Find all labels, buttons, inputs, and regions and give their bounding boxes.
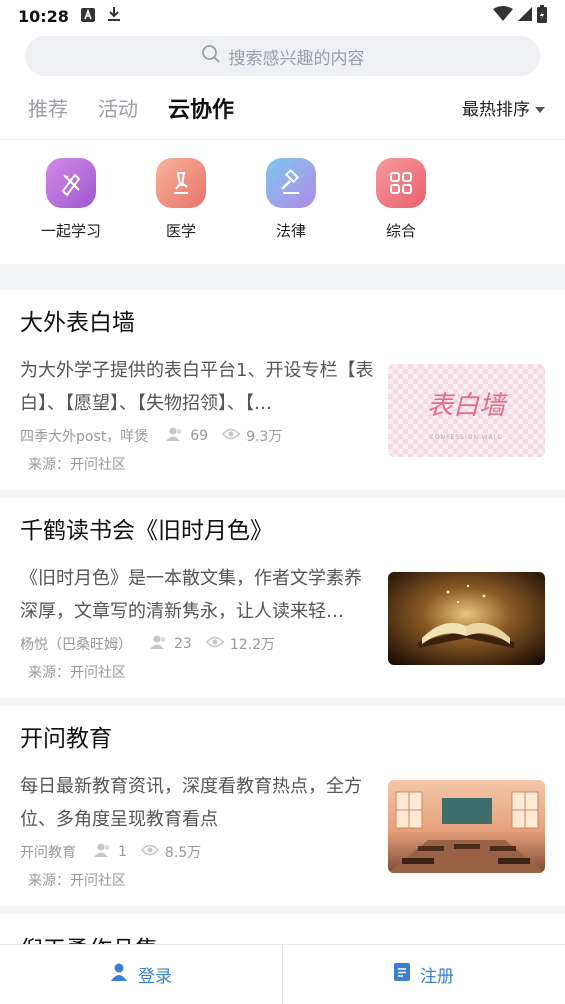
members-icon bbox=[94, 843, 112, 861]
card-views-count: 9.3万 bbox=[246, 429, 283, 445]
notification-a-icon bbox=[80, 7, 95, 26]
tab-cloud-collab-label: 云协作 bbox=[168, 97, 235, 123]
wifi-icon bbox=[493, 6, 513, 26]
eye-icon bbox=[140, 844, 159, 860]
bottom-bar: 登录 注册 bbox=[0, 944, 565, 1004]
category-study[interactable]: 一起学习 bbox=[16, 158, 126, 264]
section-divider bbox=[0, 906, 565, 914]
card-description: 每日最新教育资讯，深度看教育热点，全方位、多角度呈现教育看点 bbox=[20, 776, 362, 830]
category-label: 一起学习 bbox=[40, 222, 101, 240]
user-icon bbox=[110, 963, 128, 986]
card-source: 来源：开问社区 bbox=[28, 665, 126, 681]
category-label: 医学 bbox=[165, 222, 196, 240]
members-icon bbox=[150, 635, 168, 653]
grid-icon bbox=[376, 158, 426, 208]
status-time: 10:28 bbox=[18, 6, 69, 26]
tab-cloud-collab[interactable]: 云协作 bbox=[166, 92, 237, 124]
gavel-icon bbox=[266, 158, 316, 208]
status-bar: 10:28 bbox=[0, 0, 565, 32]
tab-activity[interactable]: 活动 bbox=[98, 93, 138, 122]
card-source: 来源：开问社区 bbox=[28, 457, 126, 473]
login-label: 登录 bbox=[138, 967, 172, 987]
card-thumbnail bbox=[388, 780, 545, 873]
caret-down-icon bbox=[535, 98, 545, 118]
category-law[interactable]: 法律 bbox=[236, 158, 346, 264]
card-views-count: 12.2万 bbox=[229, 637, 275, 653]
eye-icon bbox=[222, 428, 241, 444]
card-description: 《旧时月色》是一本散文集，作者文学素养深厚，文章写的清新隽永，让人读来轻… bbox=[20, 568, 362, 622]
pencil-ruler-icon bbox=[46, 158, 96, 208]
card-members-count: 69 bbox=[190, 428, 209, 444]
list-item[interactable]: 千鹤读书会《旧时月色》 《旧时月色》是一本散文集，作者文学素养深厚，文章写的清新… bbox=[0, 498, 565, 698]
login-button[interactable]: 登录 bbox=[0, 945, 282, 1004]
tab-bar: 推荐 活动 云协作 最热排序 bbox=[0, 76, 565, 140]
list-item[interactable]: 大外表白墙 为大外学子提供的表白平台1、开设专栏【表白】、【愿望】、【失物招领】… bbox=[0, 290, 565, 490]
card-title: 大外表白墙 bbox=[20, 310, 135, 336]
card-author: 四季大外post，咩煲 bbox=[20, 429, 149, 445]
eye-icon bbox=[205, 636, 224, 652]
card-description: 为大外学子提供的表白平台1、开设专栏【表白】、【愿望】、【失物招领】、【… bbox=[20, 360, 374, 414]
thumbnail-title: 表白墙 bbox=[427, 391, 508, 421]
section-divider bbox=[0, 698, 565, 706]
category-medicine[interactable]: 医学 bbox=[126, 158, 236, 264]
card-thumbnail bbox=[388, 572, 545, 665]
category-label: 法律 bbox=[275, 222, 306, 240]
card-author: 杨悦（巴桑旺姆） bbox=[20, 637, 132, 653]
sort-dropdown[interactable]: 最热排序 bbox=[462, 95, 545, 120]
register-label: 注册 bbox=[420, 967, 454, 987]
category-row: 一起学习 医学 法律 综合 bbox=[0, 140, 565, 264]
tab-recommend[interactable]: 推荐 bbox=[28, 93, 68, 122]
microscope-icon bbox=[156, 158, 206, 208]
card-title: 开问教育 bbox=[20, 726, 112, 752]
section-divider bbox=[0, 490, 565, 498]
card-title: 千鹤读书会《旧时月色》 bbox=[20, 518, 273, 544]
card-source: 来源：开问社区 bbox=[28, 873, 126, 889]
search-input[interactable]: 搜索感兴趣的内容 bbox=[25, 36, 540, 76]
category-label: 综合 bbox=[385, 222, 416, 240]
list-item[interactable]: 开问教育 每日最新教育资讯，深度看教育热点，全方位、多角度呈现教育看点 开问教育… bbox=[0, 706, 565, 906]
battery-icon bbox=[537, 5, 547, 27]
card-members-count: 23 bbox=[174, 636, 192, 652]
thumbnail-subtitle: CONFESSION WALL bbox=[430, 434, 503, 441]
members-icon bbox=[166, 427, 184, 445]
category-general[interactable]: 综合 bbox=[346, 158, 456, 264]
search-icon bbox=[201, 44, 221, 69]
card-views-count: 8.5万 bbox=[164, 845, 202, 861]
document-icon bbox=[394, 963, 410, 986]
section-divider bbox=[0, 264, 565, 290]
card-thumbnail: 表白墙 CONFESSION WALL bbox=[388, 364, 545, 457]
card-members-count: 1 bbox=[118, 844, 127, 860]
download-icon bbox=[107, 6, 121, 26]
signal-icon bbox=[517, 6, 533, 26]
card-author: 开问教育 bbox=[20, 845, 76, 861]
sort-label: 最热排序 bbox=[462, 100, 530, 120]
search-placeholder: 搜索感兴趣的内容 bbox=[228, 48, 365, 69]
register-button[interactable]: 注册 bbox=[283, 945, 565, 1004]
